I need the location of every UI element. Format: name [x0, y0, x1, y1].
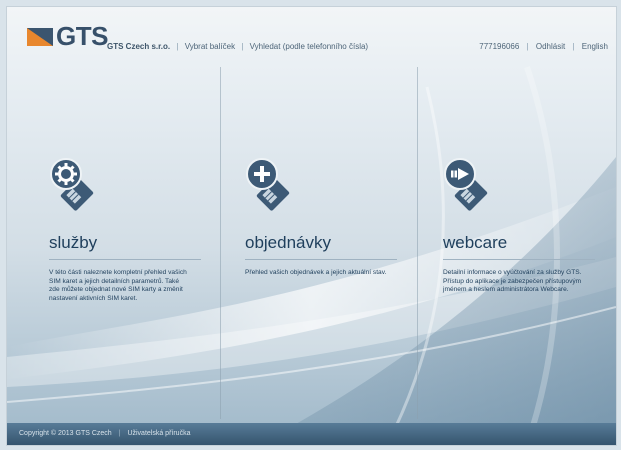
- arrow-sim-icon: [444, 158, 488, 211]
- gear-sim-icon: [50, 158, 94, 211]
- footer-text: Copyright © 2013 GTS Czech | Uživatelská…: [19, 430, 190, 437]
- panel-services[interactable]: služby V této části naleznete kompletní …: [49, 157, 209, 303]
- gts-logo-icon: [27, 28, 53, 46]
- header: GTS GTS Czech s.r.o. | Vybrat balíček | …: [7, 7, 616, 65]
- user-manual-link[interactable]: Uživatelská příručka: [127, 430, 190, 437]
- panel-title-webcare[interactable]: webcare: [443, 233, 595, 260]
- logo-text: GTS: [56, 21, 108, 51]
- user-navigation: 777196066 | Odhlásit | English: [479, 42, 608, 51]
- footer-separator: |: [118, 430, 121, 437]
- nav-separator: |: [526, 42, 529, 51]
- top-navigation: GTS Czech s.r.o. | Vybrat balíček | Vyhl…: [107, 42, 368, 51]
- nav-link-select-package[interactable]: Vybrat balíček: [185, 42, 235, 51]
- logo[interactable]: GTS: [27, 21, 108, 51]
- nav-separator: |: [176, 42, 179, 51]
- panel-title-services[interactable]: služby: [49, 233, 201, 260]
- nav-separator: |: [572, 42, 575, 51]
- language-switch-link[interactable]: English: [582, 42, 608, 51]
- company-name: GTS Czech s.r.o.: [107, 42, 171, 51]
- plus-sim-icon: [246, 158, 290, 211]
- panel-webcare[interactable]: webcare Detailní informace o vyúčtování …: [443, 157, 603, 295]
- logout-link[interactable]: Odhlásit: [536, 42, 565, 51]
- panel-description-orders: Přehled vašich objednávek a jejich aktuá…: [245, 269, 387, 276]
- nav-link-search-by-phone[interactable]: Vyhledat (podle telefonního čísla): [250, 42, 368, 51]
- nav-separator: |: [241, 42, 244, 51]
- page-frame: GTS GTS Czech s.r.o. | Vybrat balíček | …: [6, 6, 617, 446]
- panel-description-webcare: Detailní informace o vyúčtování za služb…: [443, 269, 582, 294]
- copyright-text: Copyright © 2013 GTS Czech: [19, 430, 112, 437]
- panel-title-orders[interactable]: objednávky: [245, 233, 397, 260]
- column-divider: [417, 67, 418, 419]
- panel-orders[interactable]: objednávky Přehled vašich objednávek a j…: [245, 157, 405, 278]
- footer: Copyright © 2013 GTS Czech | Uživatelská…: [7, 423, 616, 445]
- user-phone-number: 777196066: [479, 42, 520, 51]
- panel-description-services: V této části naleznete kompletní přehled…: [49, 269, 187, 302]
- column-divider: [220, 67, 221, 419]
